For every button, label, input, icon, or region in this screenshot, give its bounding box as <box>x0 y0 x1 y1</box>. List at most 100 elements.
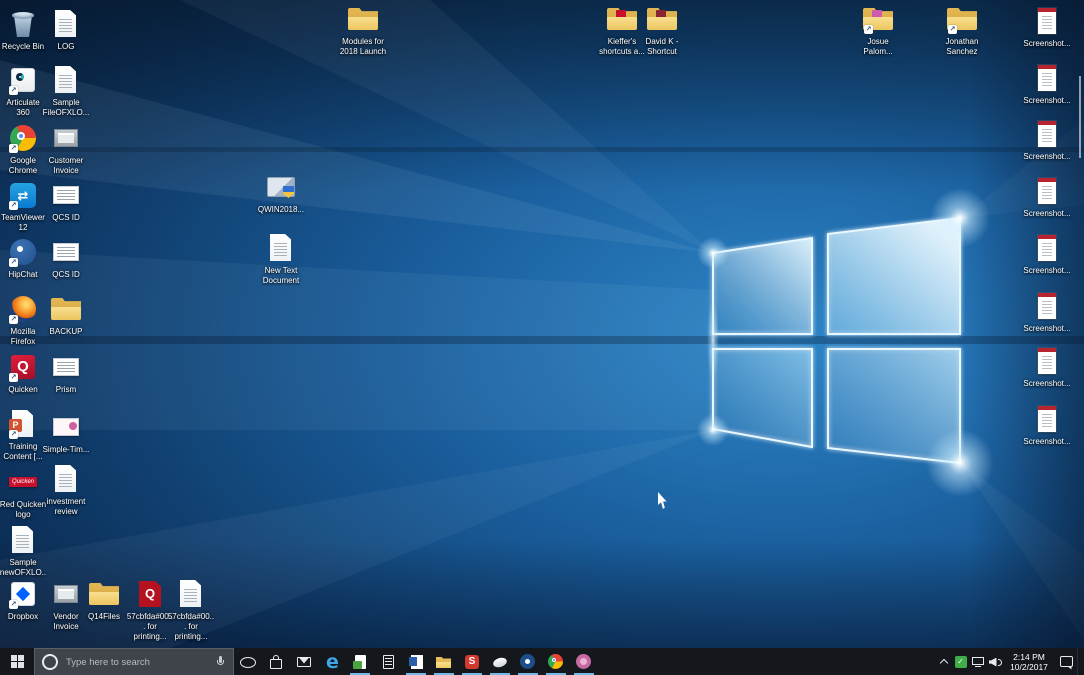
desktop-icon-label: Training Content [... <box>0 442 47 462</box>
josue-palom-icon <box>860 3 896 35</box>
desktop-icon-investment-review[interactable]: investment review <box>42 463 90 517</box>
taskbar-file-explorer-button[interactable] <box>430 648 458 675</box>
desktop-icon-screenshot-8[interactable]: Screenshot... <box>1023 403 1071 447</box>
desktop-icon-training-content[interactable]: Training Content [... <box>0 408 47 462</box>
windows-logo-icon <box>11 655 24 668</box>
show-desktop-button[interactable] <box>1077 648 1084 675</box>
desktop-icon-qcs-id-1[interactable]: QCS ID <box>42 179 90 223</box>
desktop-icon-customer-invoice[interactable]: Customer Invoice <box>42 122 90 176</box>
desktop-icon-q14files[interactable]: Q14Files <box>80 578 128 622</box>
desktop-icon-label: Articulate 360 <box>0 98 47 118</box>
recycle-bin-icon <box>5 8 41 40</box>
desktop-icon-sample-fileofxlo[interactable]: Sample FileOFXLO... <box>42 64 90 118</box>
search-input[interactable] <box>64 656 209 669</box>
calculator-icon <box>378 652 398 672</box>
start-button[interactable] <box>0 648 34 675</box>
teamviewer-icon <box>490 652 510 672</box>
desktop-icon-simple-tim[interactable]: Simple-Tim... <box>42 411 90 455</box>
word-document-icon <box>406 652 426 672</box>
taskbar-clock[interactable]: 2:14 PM 10/2/2017 <box>1003 648 1055 675</box>
desktop-icon-hipchat[interactable]: HipChat <box>0 236 47 280</box>
desktop-icon-label: Google Chrome <box>0 156 47 176</box>
taskbar-mail-button[interactable] <box>290 648 318 675</box>
tray-volume-button[interactable] <box>986 648 1003 675</box>
new-text-document-icon <box>263 232 299 264</box>
desktop-icon-printing-file-2[interactable]: 57cbfda#00... for printing... <box>167 578 215 642</box>
desktop-icon-label: LOG <box>42 42 90 52</box>
desktop-icon-jonathan-sanchez[interactable]: Jonathan Sanchez <box>938 3 986 57</box>
desktop-icon-screenshot-6[interactable]: Screenshot... <box>1023 290 1071 334</box>
training-content-icon <box>5 408 41 440</box>
hipchat-icon <box>5 236 41 268</box>
taskbar-edge-button[interactable] <box>318 648 346 675</box>
desktop-icon-dropbox[interactable]: Dropbox <box>0 578 47 622</box>
desktop-icon-screenshot-1[interactable]: Screenshot... <box>1023 5 1071 49</box>
desktop-icon-label: Simple-Tim... <box>42 445 90 455</box>
tray-security-button[interactable] <box>952 648 969 675</box>
qcs-id-2-icon <box>48 236 84 268</box>
desktop-icon-prism[interactable]: Prism <box>42 351 90 395</box>
desktop-icon-screenshot-3[interactable]: Screenshot... <box>1023 118 1071 162</box>
desktop-icon-qwin2018[interactable]: QWIN2018... <box>257 171 305 215</box>
desktop-icon-screenshot-5[interactable]: Screenshot... <box>1023 232 1071 276</box>
taskbar-calculator-button[interactable] <box>374 648 402 675</box>
desktop-icon-label: Screenshot... <box>1023 324 1071 334</box>
store-icon <box>266 652 286 672</box>
desktop-icon-label: Sample FileOFXLO... <box>42 98 90 118</box>
dropbox-icon <box>5 578 41 610</box>
desktop-icon-modules-2018[interactable]: Modules for 2018 Launch <box>339 3 387 57</box>
taskbar-store-button[interactable] <box>262 648 290 675</box>
desktop-icon-articulate-360[interactable]: Articulate 360 <box>0 64 47 118</box>
screenshot-7-icon <box>1029 345 1065 377</box>
desktop-icon-qcs-id-2[interactable]: QCS ID <box>42 236 90 280</box>
backup-icon <box>48 293 84 325</box>
screenshot-5-icon <box>1029 232 1065 264</box>
tray-network-button[interactable] <box>969 648 986 675</box>
taskbar-pink-app-button[interactable] <box>570 648 598 675</box>
desktop-icon-screenshot-2[interactable]: Screenshot... <box>1023 62 1071 106</box>
desktop-icon-recycle-bin[interactable]: Recycle Bin <box>0 8 47 52</box>
action-center-button[interactable] <box>1055 648 1077 675</box>
search-box[interactable] <box>34 648 234 675</box>
desktop-icon-google-chrome[interactable]: Google Chrome <box>0 122 47 176</box>
desktop-icon-log[interactable]: LOG <box>42 8 90 52</box>
shortcut-arrow-icon <box>9 201 18 210</box>
taskbar-hipchat-app-button[interactable] <box>514 648 542 675</box>
taskbar-chrome-app-button[interactable] <box>542 648 570 675</box>
desktop-icon-red-quicken-logo[interactable]: Red Quicken logo <box>0 466 47 520</box>
desktop-icon-label: QCS ID <box>42 213 90 223</box>
shortcut-arrow-icon <box>9 600 18 609</box>
investment-review-icon <box>48 463 84 495</box>
desktop-icon-mozilla-firefox[interactable]: Mozilla Firefox <box>0 293 47 347</box>
desktop-icon-screenshot-7[interactable]: Screenshot... <box>1023 345 1071 389</box>
taskbar-spacer <box>598 648 935 675</box>
volume-icon <box>988 655 1002 669</box>
desktop-icon-quicken[interactable]: Quicken <box>0 351 47 395</box>
desktop-icon-backup[interactable]: BACKUP <box>42 293 90 337</box>
desktop-icon-label: Screenshot... <box>1023 152 1071 162</box>
shortcut-arrow-icon <box>9 430 18 439</box>
desktop-icon-teamviewer-12[interactable]: TeamViewer 12 <box>0 179 47 233</box>
taskbar-green-doc-app-button[interactable] <box>346 648 374 675</box>
qwin2018-icon <box>263 171 299 203</box>
desktop-icon-label: investment review <box>42 497 90 517</box>
desktop-icon-label: 57cbfda#00... for printing... <box>167 612 215 642</box>
taskbar-word-document-button[interactable] <box>402 648 430 675</box>
desktop-icon-screenshot-4[interactable]: Screenshot... <box>1023 175 1071 219</box>
tray-expand-button[interactable] <box>935 648 952 675</box>
desktop-icon-label: QWIN2018... <box>257 205 305 215</box>
shortcut-arrow-icon <box>948 25 957 34</box>
windows-desktop: Recycle BinLOGModules for 2018 LaunchKie… <box>0 0 1084 675</box>
prism-icon <box>48 351 84 383</box>
desktop-icon-david-k[interactable]: David K - Shortcut <box>638 3 686 57</box>
screenshot-8-icon <box>1029 403 1065 435</box>
taskbar-snagit-button[interactable] <box>458 648 486 675</box>
printing-file-1-icon <box>132 578 168 610</box>
red-quicken-logo-icon <box>5 466 41 498</box>
shortcut-arrow-icon <box>9 86 18 95</box>
taskbar-teamviewer-button[interactable] <box>486 648 514 675</box>
microphone-icon[interactable] <box>215 655 226 669</box>
taskbar-task-view-button[interactable] <box>234 648 262 675</box>
desktop-icon-josue-palom[interactable]: Josue Palom... <box>854 3 902 57</box>
desktop-icon-new-text-document[interactable]: New Text Document <box>257 232 305 286</box>
